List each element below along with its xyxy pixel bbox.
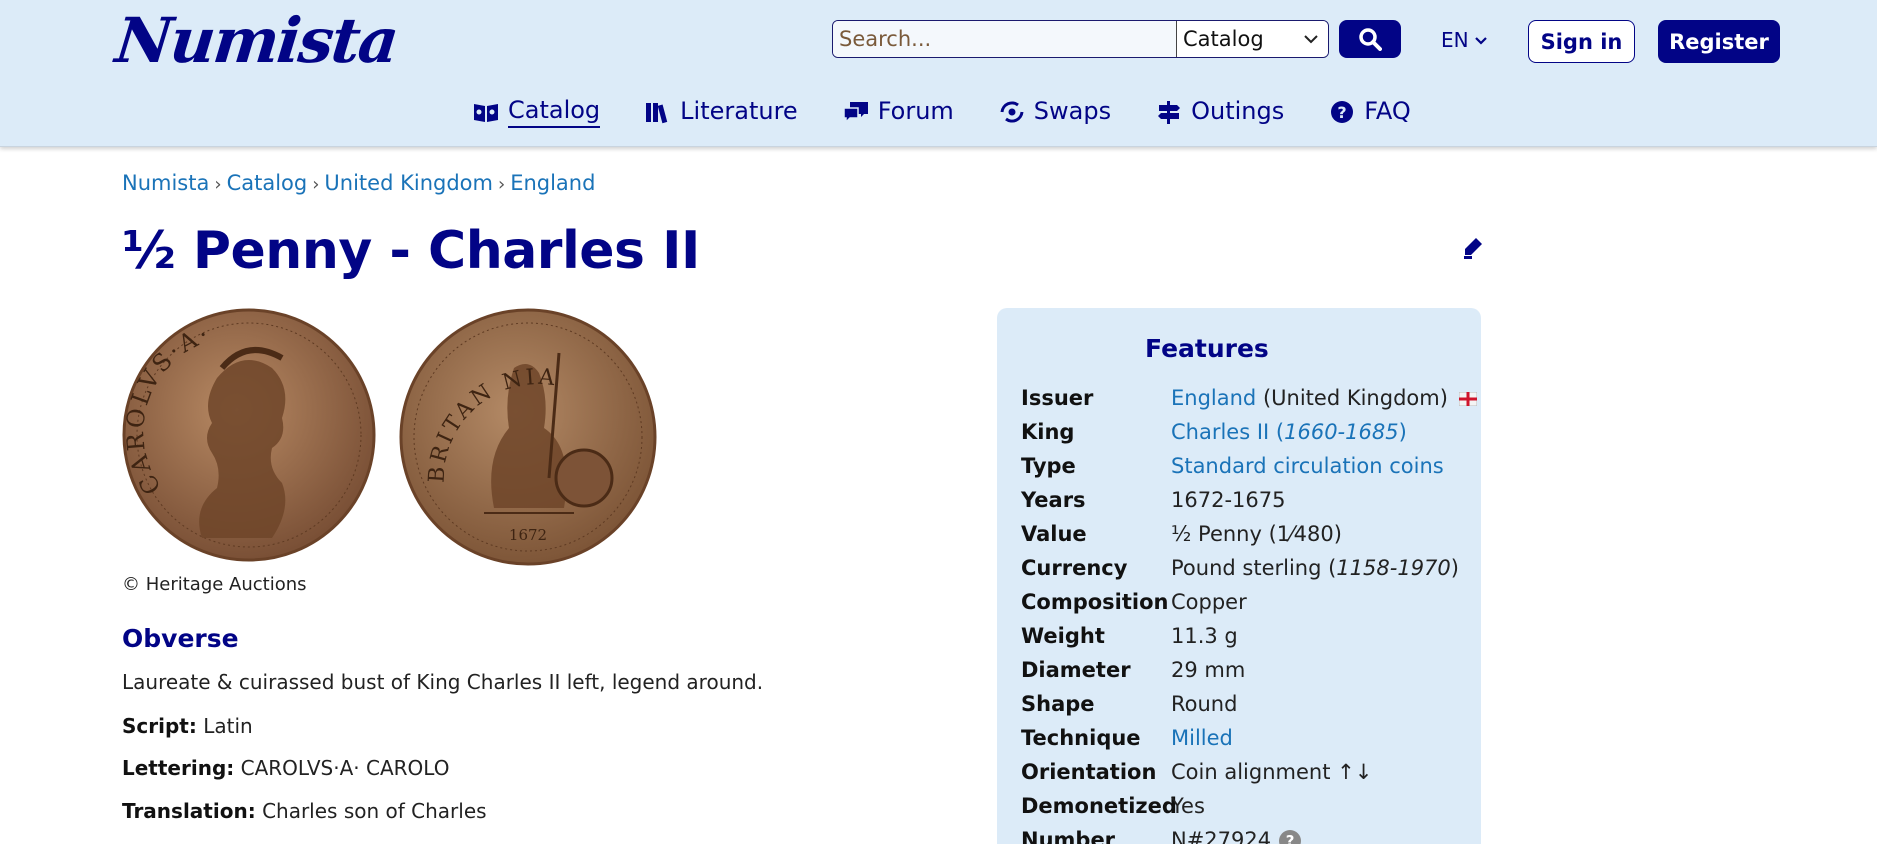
england-flag-icon	[1458, 391, 1478, 407]
feature-row-years: Years 1672-1675	[1021, 488, 1286, 512]
obverse-translation: Translation: Charles son of Charles	[122, 799, 487, 823]
technique-link[interactable]: Milled	[1171, 726, 1233, 750]
king-link[interactable]: Charles II (1660-1685)	[1171, 420, 1407, 444]
search-scope-select[interactable]: Catalog	[1176, 21, 1328, 57]
breadcrumb-link[interactable]: England	[510, 171, 595, 195]
nav-label: FAQ	[1364, 97, 1411, 125]
feature-row-technique: Technique Milled	[1021, 726, 1233, 750]
svg-text:?: ?	[1338, 103, 1347, 122]
breadcrumb-link[interactable]: Numista	[122, 171, 209, 195]
nav-label: Swaps	[1033, 97, 1112, 125]
swap-arrows-icon	[1000, 101, 1024, 123]
numista-logo[interactable]: Numista	[112, 4, 400, 77]
feature-row-demonetized: Demonetized Yes	[1021, 794, 1205, 818]
obverse-heading: Obverse	[122, 624, 239, 653]
feature-row-orientation: Orientation Coin alignment ↑↓	[1021, 760, 1373, 784]
feature-row-number: Number N#27924?	[1021, 828, 1302, 844]
features-title: Features	[1145, 334, 1269, 363]
coin-obverse-image[interactable]: CAROLVS·A· CAROLO	[122, 308, 376, 562]
breadcrumb: Numista › Catalog › United Kingdom › England	[122, 171, 596, 195]
nav-label: Outings	[1191, 97, 1285, 125]
nav-forum[interactable]: Forum	[842, 96, 954, 128]
nav-literature[interactable]: Literature	[644, 96, 798, 128]
nav-label: Catalog	[508, 96, 601, 128]
feature-row-issuer: Issuer England (United Kingdom)	[1021, 386, 1478, 410]
coin-reverse-image[interactable]: BRITAN NIA 1672	[399, 308, 657, 566]
feature-row-composition: Composition Copper	[1021, 590, 1247, 614]
search-scope-label: Catalog	[1183, 27, 1264, 51]
catalog-book-icon	[474, 104, 498, 122]
nav-label: Forum	[877, 97, 954, 125]
nav-faq[interactable]: ? FAQ	[1328, 96, 1411, 128]
feature-row-type: Type Standard circulation coins	[1021, 454, 1444, 478]
nav-swaps[interactable]: Swaps	[998, 96, 1111, 128]
features-panel: Features Issuer England (United Kingdom)…	[997, 308, 1481, 844]
coin-year: 1672	[509, 526, 547, 544]
search-icon	[1359, 28, 1382, 51]
help-icon[interactable]: ?	[1279, 830, 1302, 844]
issuer-link[interactable]: England	[1171, 386, 1256, 410]
type-link[interactable]: Standard circulation coins	[1171, 454, 1444, 478]
chevron-down-icon	[1474, 36, 1487, 45]
language-label: EN	[1441, 28, 1469, 52]
chat-bubbles-icon	[842, 102, 868, 124]
register-button[interactable]: Register	[1658, 20, 1780, 63]
books-icon	[646, 103, 668, 124]
obverse-lettering: Lettering: CAROLVS·A· CAROLO	[122, 756, 450, 780]
question-circle-icon: ?	[1331, 101, 1354, 123]
feature-row-shape: Shape Round	[1021, 692, 1238, 716]
feature-row-weight: Weight 11.3 g	[1021, 624, 1238, 648]
nav-outings[interactable]: Outings	[1155, 96, 1284, 128]
feature-row-king: King Charles II (1660-1685)	[1021, 420, 1407, 444]
breadcrumb-link[interactable]: Catalog	[227, 171, 308, 195]
nav-label: Literature	[680, 97, 798, 125]
nav-catalog[interactable]: Catalog	[472, 96, 601, 128]
chevron-down-icon	[1304, 35, 1318, 44]
site-header: Numista Catalog EN Sign in Register Cata…	[0, 0, 1877, 147]
image-copyright: © Heritage Auctions	[122, 574, 307, 595]
feature-row-value: Value ½ Penny (1⁄480)	[1021, 522, 1342, 546]
search-button[interactable]	[1339, 20, 1401, 58]
page-title: ½ Penny - Charles II	[122, 221, 700, 281]
search-input[interactable]	[833, 21, 1176, 57]
search-box: Catalog	[832, 20, 1329, 58]
obverse-description: Laureate & cuirassed bust of King Charle…	[122, 670, 764, 694]
obverse-script: Script: Latin	[122, 714, 253, 738]
language-selector[interactable]: EN	[1441, 28, 1487, 52]
sign-in-button[interactable]: Sign in	[1528, 20, 1635, 63]
breadcrumb-link[interactable]: United Kingdom	[324, 171, 493, 195]
edit-pencil-icon[interactable]	[1462, 236, 1484, 260]
signpost-icon	[1158, 101, 1181, 124]
main-nav: Catalog Literature Forum Swaps Outings ?…	[472, 96, 1455, 128]
feature-row-diameter: Diameter 29 mm	[1021, 658, 1246, 682]
feature-row-currency: Currency Pound sterling (1158-1970)	[1021, 556, 1459, 580]
